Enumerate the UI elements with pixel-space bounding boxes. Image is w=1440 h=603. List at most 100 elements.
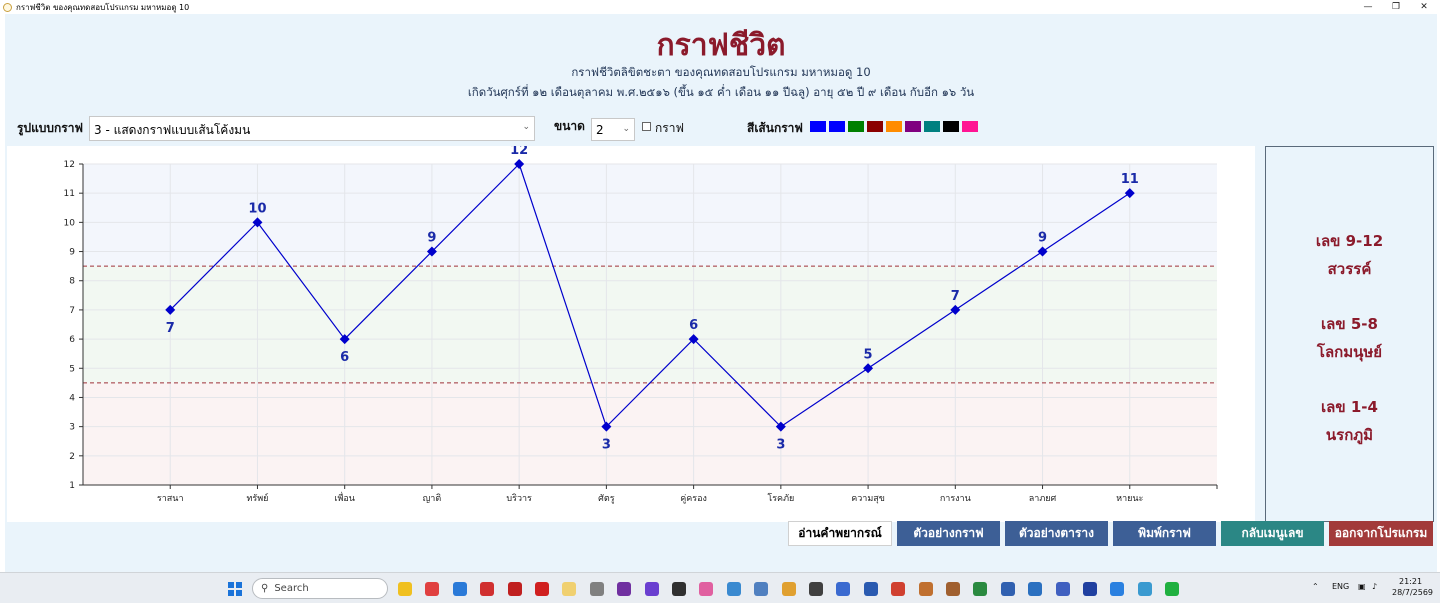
x-tick-label: คู่ครอง — [680, 494, 707, 504]
clock-date[interactable]: 28/7/2569 — [1392, 588, 1433, 597]
data-label: 3 — [776, 438, 785, 453]
app-icon — [3, 2, 12, 12]
taskbar-app-icon[interactable] — [726, 582, 741, 596]
close-icon[interactable]: ✕ — [1409, 0, 1439, 14]
taskbar-app-icon[interactable] — [480, 582, 495, 596]
color-swatch-4[interactable] — [867, 121, 883, 132]
clock-time[interactable]: 21:21 — [1399, 577, 1422, 586]
x-tick-label: การงาน — [940, 494, 971, 504]
taskbar-app-icon[interactable] — [398, 582, 412, 596]
taskbar-app-icon[interactable] — [589, 582, 604, 596]
y-tick-label: 4 — [69, 393, 75, 403]
read-prediction-button[interactable]: อ่านคำพยากรณ์ — [788, 521, 892, 546]
taskbar-app-icon[interactable] — [1055, 582, 1070, 596]
taskbar-app-icon[interactable] — [1110, 582, 1125, 596]
taskbar-app-icon[interactable] — [754, 582, 769, 596]
zone-band-3 — [83, 382, 1217, 485]
taskbar-app-icon[interactable] — [946, 582, 960, 596]
taskbar-app-icon[interactable] — [562, 582, 577, 596]
taskbar-app-icon[interactable] — [1028, 582, 1043, 596]
taskbar-search[interactable]: ⚲ Search — [252, 578, 388, 599]
print-graph-button[interactable]: พิมพ์กราฟ — [1113, 521, 1216, 546]
zone-legend: เลข 9-12 สวรรค์ เลข 5-8 โลกมนุษย์ เลข 1-… — [1265, 146, 1434, 522]
color-swatch-9[interactable] — [962, 121, 978, 132]
sample-graph-button[interactable]: ตัวอย่างกราฟ — [897, 521, 1000, 546]
taskbar-app-icon[interactable] — [863, 582, 878, 596]
y-tick-label: 7 — [69, 306, 75, 316]
data-label: 6 — [340, 350, 349, 365]
taskbar-app-icon[interactable] — [699, 582, 714, 596]
sample-table-button[interactable]: ตัวอย่างตาราง — [1005, 521, 1108, 546]
taskbar-app-icon[interactable] — [644, 582, 659, 596]
taskbar-app-icon[interactable] — [617, 582, 632, 596]
size-select[interactable]: 2 ⌄ — [591, 118, 635, 141]
x-tick-label: ญาติ — [423, 493, 442, 504]
x-tick-label: ทรัพย์ — [246, 492, 268, 504]
taskbar-app-icon[interactable] — [507, 582, 522, 596]
main-content: กราฟชีวิต กราฟชีวิตลิขิตชะตา ของคุณทดสอบ… — [5, 14, 1437, 572]
taskbar-app-icon[interactable] — [836, 582, 851, 596]
back-menu-button[interactable]: กลับเมนูเลข — [1221, 521, 1324, 546]
data-label: 7 — [951, 289, 960, 304]
network-icon[interactable]: ▣ — [1358, 582, 1366, 591]
taskbar-app-icon[interactable] — [452, 582, 467, 596]
y-tick-label: 3 — [69, 423, 75, 433]
birth-info: เกิดวันศุกร์ที่ ๑๒ เดือนตุลาคม พ.ศ.๒๕๑๖ … — [467, 85, 975, 99]
color-swatch-7[interactable] — [924, 121, 940, 132]
color-swatch-1[interactable] — [810, 121, 826, 132]
color-swatch-8[interactable] — [943, 121, 959, 132]
line-color-label: สีเส้นกราฟ — [747, 121, 803, 135]
graph-style-select[interactable]: 3 - แสดงกราฟแบบเส้นโค้งมน ⌄ — [89, 116, 535, 141]
hell-label: นรกภูมิ — [1325, 426, 1374, 444]
color-swatch-6[interactable] — [905, 121, 921, 132]
zone-band-2 — [83, 266, 1217, 383]
taskbar-app-icon[interactable] — [535, 582, 549, 596]
color-swatch-3[interactable] — [848, 121, 864, 132]
y-tick-label: 1 — [69, 481, 75, 491]
y-tick-label: 8 — [69, 277, 75, 287]
taskbar: ⚲ Search ⌃ ENG ▣ ♪ 21:21 28/7/2569 — [0, 572, 1440, 603]
data-label: 5 — [864, 347, 873, 362]
search-icon: ⚲ — [261, 583, 269, 594]
data-label: 9 — [427, 231, 436, 246]
taskbar-app-icon[interactable] — [1000, 582, 1015, 596]
y-tick-label: 12 — [64, 160, 75, 170]
data-label: 9 — [1038, 231, 1047, 246]
color-swatch-2[interactable] — [829, 121, 845, 132]
chevron-down-icon: ⌄ — [522, 122, 530, 132]
x-tick-label: ราสนา — [157, 494, 184, 504]
y-tick-label: 5 — [69, 364, 75, 374]
taskbar-app-icon[interactable] — [809, 582, 823, 596]
page-title: กราฟชีวิต — [656, 28, 786, 63]
volume-icon[interactable]: ♪ — [1372, 582, 1377, 591]
x-tick-label: โรคภัย — [767, 493, 794, 504]
size-value: 2 — [596, 123, 604, 137]
data-label: 11 — [1121, 172, 1139, 187]
minimize-icon[interactable]: — — [1353, 0, 1383, 14]
x-tick-label: ศัตรู — [598, 494, 615, 504]
taskbar-app-icon[interactable] — [973, 582, 988, 596]
y-tick-label: 2 — [69, 452, 75, 462]
language-indicator[interactable]: ENG — [1332, 582, 1349, 591]
data-label: 6 — [689, 318, 698, 333]
y-tick-label: 11 — [64, 189, 75, 199]
hell-range: เลข 1-4 — [1321, 398, 1378, 416]
restore-icon[interactable]: ❐ — [1381, 0, 1411, 14]
graph-checkbox-label: กราฟ — [655, 121, 684, 135]
heaven-range: เลข 9-12 — [1315, 232, 1384, 250]
graph-checkbox[interactable] — [642, 122, 651, 131]
taskbar-app-icon[interactable] — [891, 582, 906, 596]
chevron-up-icon[interactable]: ⌃ — [1312, 582, 1319, 591]
taskbar-app-icon[interactable] — [1165, 582, 1180, 596]
taskbar-app-icon[interactable] — [425, 582, 440, 596]
exit-program-button[interactable]: ออกจากโปรแกรม — [1329, 521, 1433, 546]
color-swatch-5[interactable] — [886, 121, 902, 132]
taskbar-app-icon[interactable] — [1083, 582, 1097, 596]
windows-start-icon[interactable] — [228, 581, 242, 596]
taskbar-app-icon[interactable] — [1137, 582, 1152, 596]
taskbar-app-icon[interactable] — [918, 582, 933, 596]
size-label: ขนาด — [554, 119, 585, 133]
taskbar-app-icon[interactable] — [781, 582, 796, 596]
taskbar-app-icon[interactable] — [672, 582, 686, 596]
human-range: เลข 5-8 — [1321, 315, 1378, 333]
